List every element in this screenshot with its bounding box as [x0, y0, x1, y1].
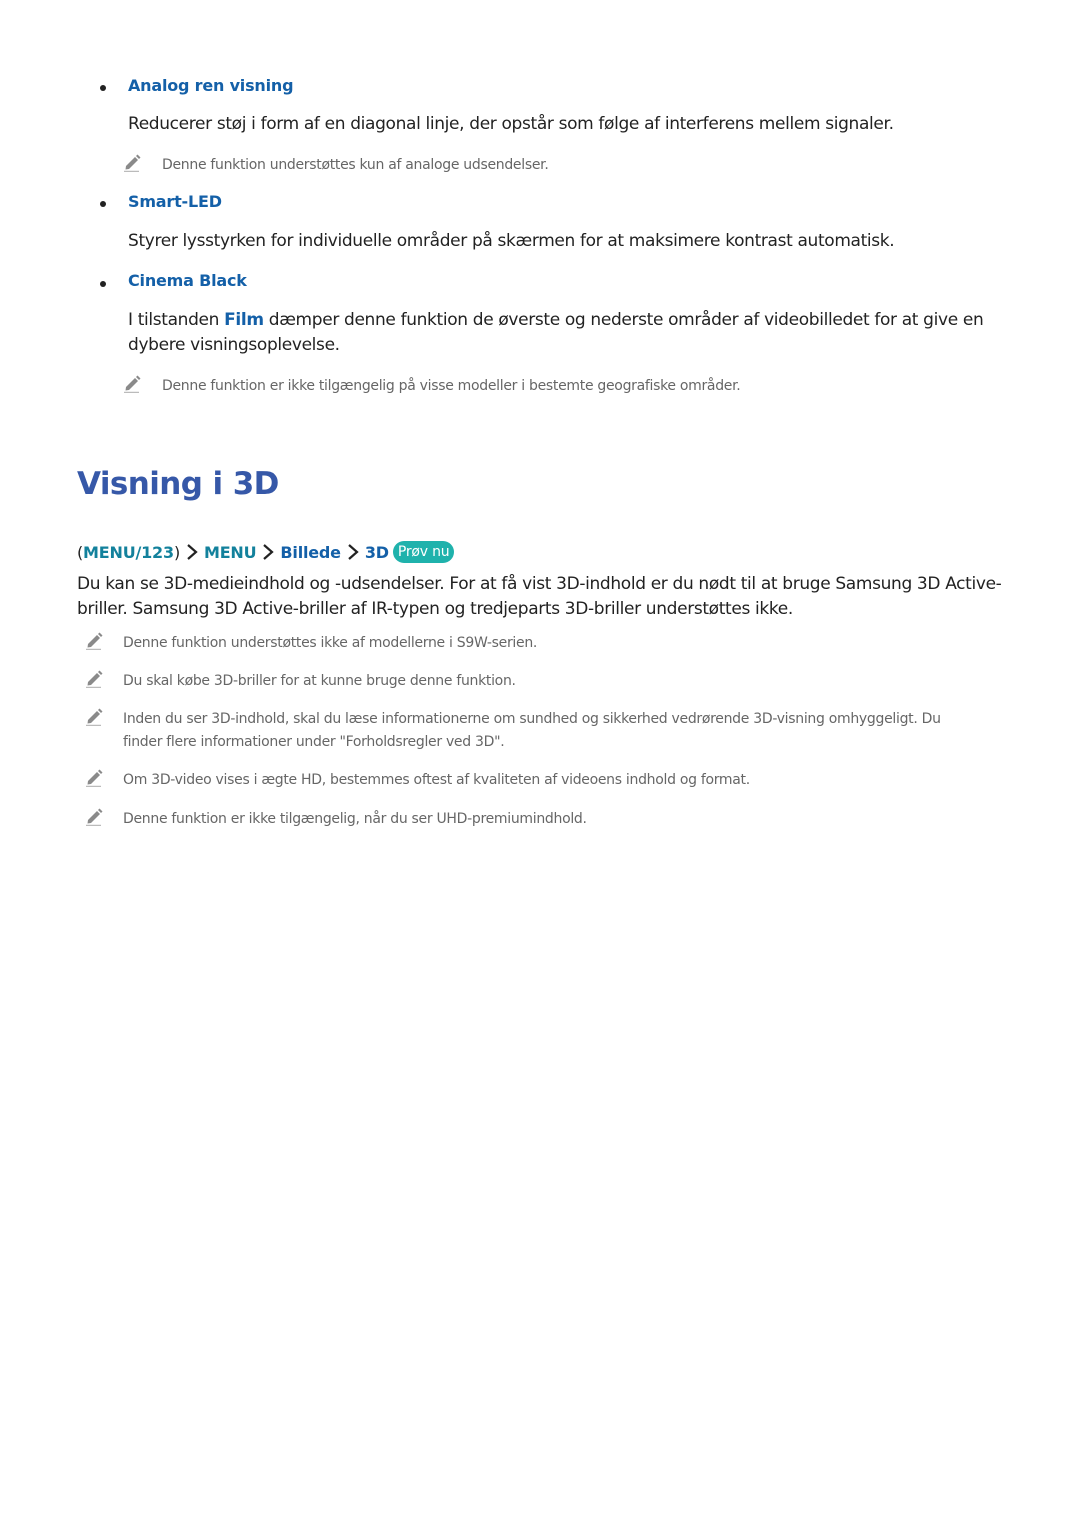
menu-path-breadcrumb: ( MENU/123 ) MENU Billede 3D Prøv nu: [77, 539, 455, 565]
cinema-black-description-line1: I tilstanden Film dæmper denne funktion …: [128, 308, 984, 333]
note-pencil-icon: [86, 670, 103, 688]
cinema-black-description-line2: dybere visningsoplevelse.: [128, 335, 340, 355]
intro-line-1: Du kan se 3D-medieindhold og -udsendelse…: [77, 574, 1002, 594]
note-pencil-icon: [86, 708, 103, 726]
remote-menu-key: MENU/123: [83, 542, 174, 562]
chevron-right-icon: [263, 544, 275, 560]
note-health-safety-line-2: finder flere informationer under "Forhol…: [123, 734, 505, 750]
page-title: Visning i 3D: [77, 466, 279, 502]
intro-line-2: briller. Samsung 3D Active-briller af IR…: [77, 599, 793, 619]
film-mode-label: Film: [224, 310, 264, 330]
try-now-button[interactable]: Prøv nu: [392, 541, 455, 563]
cinema-black-note: Denne funktion er ikke tilgængelig på vi…: [162, 378, 741, 394]
bullet: [100, 281, 106, 287]
bullet: [100, 201, 106, 207]
cinema-black-text-before: I tilstanden: [128, 310, 225, 330]
bullet: [100, 85, 106, 91]
note-health-safety-line-1: Inden du ser 3D-indhold, skal du læse in…: [123, 711, 941, 727]
note-pencil-icon: [124, 375, 141, 393]
note-pencil-icon: [124, 154, 141, 172]
note-uhd-premium: Denne funktion er ikke tilgængelig, når …: [123, 811, 587, 827]
cinema-black-text-after: dæmper denne funktion de øverste og nede…: [263, 310, 984, 330]
menu-step-menu: MENU: [203, 542, 257, 562]
note-pencil-icon: [86, 808, 103, 826]
chevron-right-icon: [348, 544, 359, 560]
note-s9w: Denne funktion understøttes ikke af mode…: [123, 635, 538, 651]
cinema-black-title: Cinema Black: [128, 271, 247, 290]
note-pencil-icon: [86, 632, 103, 650]
note-buy-glasses: Du skal købe 3D-briller for at kunne bru…: [123, 673, 516, 689]
analog-ren-visning-description: Reducerer støj i form af en diagonal lin…: [128, 114, 894, 134]
analog-ren-visning-title: Analog ren visning: [128, 76, 294, 95]
smart-led-title: Smart-LED: [128, 192, 222, 211]
menu-step-3d: 3D: [364, 542, 389, 562]
paren-close: ): [173, 542, 180, 562]
menu-step-billede: Billede: [280, 542, 341, 562]
note-pencil-icon: [86, 769, 103, 787]
smart-led-description: Styrer lysstyrken for individuelle områd…: [128, 231, 895, 251]
note-hd-quality: Om 3D-video vises i ægte HD, bestemmes o…: [123, 772, 750, 788]
analog-note: Denne funktion understøttes kun af analo…: [162, 157, 549, 173]
chevron-right-icon: [187, 544, 198, 560]
